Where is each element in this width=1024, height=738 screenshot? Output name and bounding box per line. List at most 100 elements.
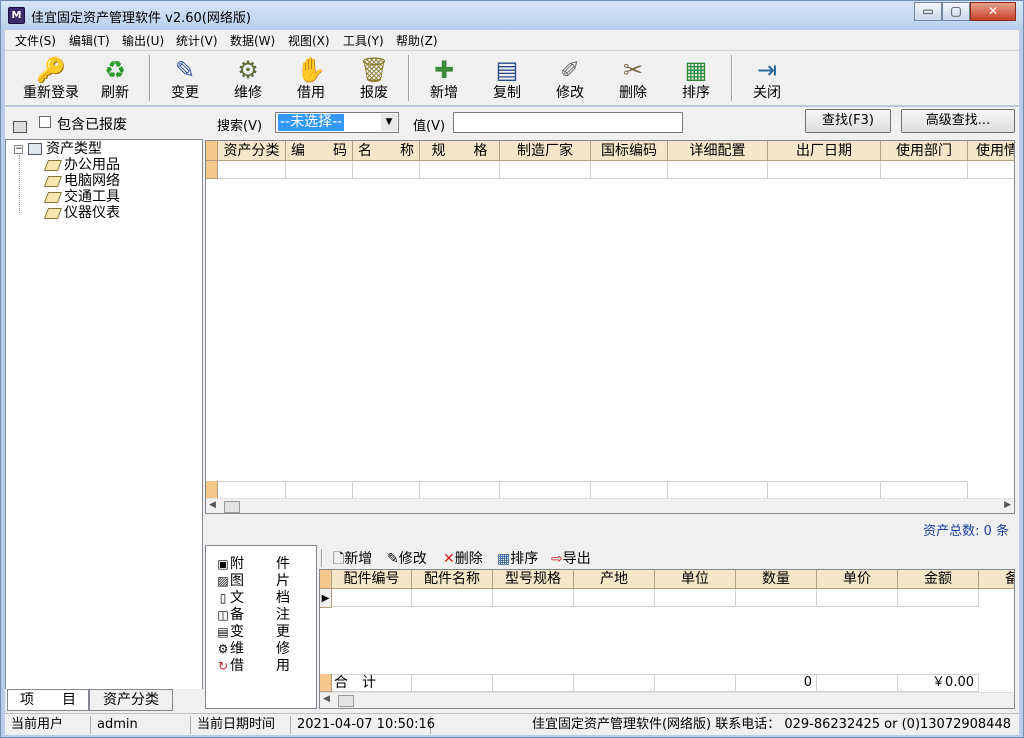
column-header[interactable]: 使用部门 <box>881 141 968 161</box>
sort-button[interactable]: ▦ 排序 <box>666 53 726 103</box>
column-header[interactable]: 数量 <box>736 570 817 589</box>
advanced-find-button[interactable]: 高级查找... <box>901 109 1015 133</box>
tree-item-computer[interactable]: 电脑网络 <box>43 173 120 189</box>
column-header[interactable]: 规 格 <box>420 141 500 161</box>
panel-toggle-icon[interactable] <box>13 121 27 133</box>
scroll-thumb[interactable] <box>224 501 240 513</box>
repair-button[interactable]: ⚙ 维修 <box>218 53 278 103</box>
detail-list[interactable]: ▣附 件 ▨图 片 ▯ 文 档 ◫备 注 ▤变 更 ⚙ 维 修 ↻ 借 用 <box>205 545 317 709</box>
column-header[interactable]: 型号规格 <box>493 570 574 589</box>
include-scrapped-checkbox[interactable] <box>39 116 51 128</box>
column-header[interactable]: 国标编码 <box>591 141 668 161</box>
chevron-down-icon[interactable]: ▼ <box>381 114 397 131</box>
scroll-left-icon[interactable]: ◀ <box>209 500 216 510</box>
close-button[interactable]: ✕ <box>970 2 1016 21</box>
value-input[interactable] <box>453 112 683 133</box>
column-header[interactable]: 单价 <box>817 570 898 589</box>
grid-cell[interactable] <box>881 161 968 179</box>
column-header[interactable]: 产地 <box>574 570 655 589</box>
menu-view[interactable]: 视图(X) <box>288 32 330 49</box>
grid-cell[interactable] <box>420 161 500 179</box>
grid-cell[interactable] <box>353 161 420 179</box>
detail-item-borrow[interactable]: ↻ 借 用 <box>216 658 290 674</box>
scroll-right-icon[interactable]: ▶ <box>1004 500 1011 510</box>
grid-cell[interactable] <box>668 161 768 179</box>
column-header[interactable]: 编 码 <box>286 141 353 161</box>
borrow-button[interactable]: ✋ 借用 <box>281 53 341 103</box>
column-header[interactable]: 制造厂家 <box>500 141 591 161</box>
grid-cell[interactable] <box>817 589 898 607</box>
column-header[interactable]: 配件名称 <box>412 570 493 589</box>
grid-cell[interactable] <box>500 161 591 179</box>
grid-cell[interactable] <box>736 589 817 607</box>
tree-item-transport[interactable]: 交通工具 <box>43 189 120 205</box>
exit-button[interactable]: ⇥ 关闭 <box>737 53 797 103</box>
grid-cell[interactable] <box>286 161 353 179</box>
title-bar[interactable]: M 佳宜固定资产管理软件 v2.60(网络版) ▭ ▢ ✕ <box>1 1 1023 29</box>
grid-cell[interactable] <box>574 589 655 607</box>
detail-item-note[interactable]: ◫备 注 <box>216 607 290 623</box>
parts-delete-button[interactable]: ✕删除 <box>443 548 483 568</box>
tree-root[interactable]: 资产类型 <box>28 141 102 157</box>
grid-cell[interactable] <box>591 161 668 179</box>
detail-item-repair[interactable]: ⚙ 维 修 <box>216 641 290 657</box>
horizontal-scrollbar[interactable]: ◀ ▶ <box>206 498 1014 513</box>
tab-items[interactable]: 项 目 <box>7 689 89 711</box>
detail-item-document[interactable]: ▯ 文 档 <box>216 590 290 606</box>
column-header[interactable]: 金额 <box>898 570 979 589</box>
column-header[interactable]: 详细配置 <box>668 141 768 161</box>
tab-asset-category[interactable]: 资产分类 <box>89 689 173 711</box>
find-button[interactable]: 查找(F3) <box>805 109 891 133</box>
tree-item-instrument[interactable]: 仪器仪表 <box>43 205 120 221</box>
detail-item-picture[interactable]: ▨图 片 <box>216 573 290 589</box>
grid-cell[interactable] <box>218 161 286 179</box>
grid-cell[interactable] <box>898 589 979 607</box>
refresh-button[interactable]: ♻ 刷新 <box>85 53 145 103</box>
menu-tools[interactable]: 工具(Y) <box>343 32 384 49</box>
change-button[interactable]: ✎ 变更 <box>155 53 215 103</box>
horizontal-scrollbar[interactable]: ◀ <box>320 692 1014 708</box>
edit-button[interactable]: ✐ 修改 <box>540 53 600 103</box>
parts-grid[interactable]: 配件编号 配件名称 型号规格 产地 单位 数量 单价 金额 备 ▶ 合 计 0 … <box>319 569 1015 709</box>
menu-edit[interactable]: 编辑(T) <box>69 32 110 49</box>
parts-edit-button[interactable]: ✎修改 <box>387 548 427 568</box>
column-header[interactable]: 名 称 <box>353 141 420 161</box>
menu-help[interactable]: 帮助(Z) <box>396 32 438 49</box>
column-header[interactable]: 配件编号 <box>332 570 412 589</box>
menu-stats[interactable]: 统计(V) <box>176 32 218 49</box>
parts-export-label: 导出 <box>562 551 591 567</box>
asset-type-tree[interactable]: − 资产类型 办公用品 电脑网络 交通工具 仪器仪表 <box>5 139 203 691</box>
grid-cell[interactable] <box>655 589 736 607</box>
search-field-select[interactable]: --未选择-- ▼ <box>275 112 399 133</box>
exit-label: 关闭 <box>753 85 781 101</box>
tree-item-office[interactable]: 办公用品 <box>43 157 120 173</box>
grid-cell[interactable] <box>332 589 412 607</box>
column-header[interactable]: 出厂日期 <box>768 141 881 161</box>
grid-cell[interactable] <box>768 161 881 179</box>
detail-item-change[interactable]: ▤变 更 <box>216 624 290 640</box>
maximize-button[interactable]: ▢ <box>942 2 970 21</box>
column-header[interactable]: 资产分类 <box>218 141 286 161</box>
column-header[interactable]: 使用情 <box>968 141 1014 161</box>
collapse-icon[interactable]: − <box>14 145 23 154</box>
parts-export-button[interactable]: ⇨导出 <box>551 548 591 568</box>
column-header[interactable]: 备 <box>979 570 1014 589</box>
grid-cell[interactable] <box>968 161 1014 179</box>
grid-cell[interactable] <box>493 589 574 607</box>
detail-item-attachment[interactable]: ▣附 件 <box>216 556 290 572</box>
asset-grid[interactable]: 资产分类 编 码 名 称 规 格 制造厂家 国标编码 详细配置 出厂日期 使用部… <box>205 140 1015 514</box>
menu-file[interactable]: 文件(S) <box>15 32 56 49</box>
scrap-button[interactable]: 🗑 报废 <box>344 53 404 103</box>
relogin-button[interactable]: 🔑 重新登录 <box>19 53 83 103</box>
delete-button[interactable]: ✂ 删除 <box>603 53 663 103</box>
minimize-button[interactable]: ▭ <box>914 2 942 21</box>
column-header[interactable]: 单位 <box>655 570 736 589</box>
menu-data[interactable]: 数据(W) <box>230 32 275 49</box>
copy-button[interactable]: ▤ 复制 <box>477 53 537 103</box>
add-button[interactable]: ✚ 新增 <box>414 53 474 103</box>
parts-sort-button[interactable]: ▦排序 <box>497 548 538 568</box>
menu-output[interactable]: 输出(U) <box>122 32 164 49</box>
scroll-left-icon[interactable]: ◀ <box>323 694 330 704</box>
scroll-thumb[interactable] <box>338 695 354 707</box>
grid-cell[interactable] <box>412 589 493 607</box>
